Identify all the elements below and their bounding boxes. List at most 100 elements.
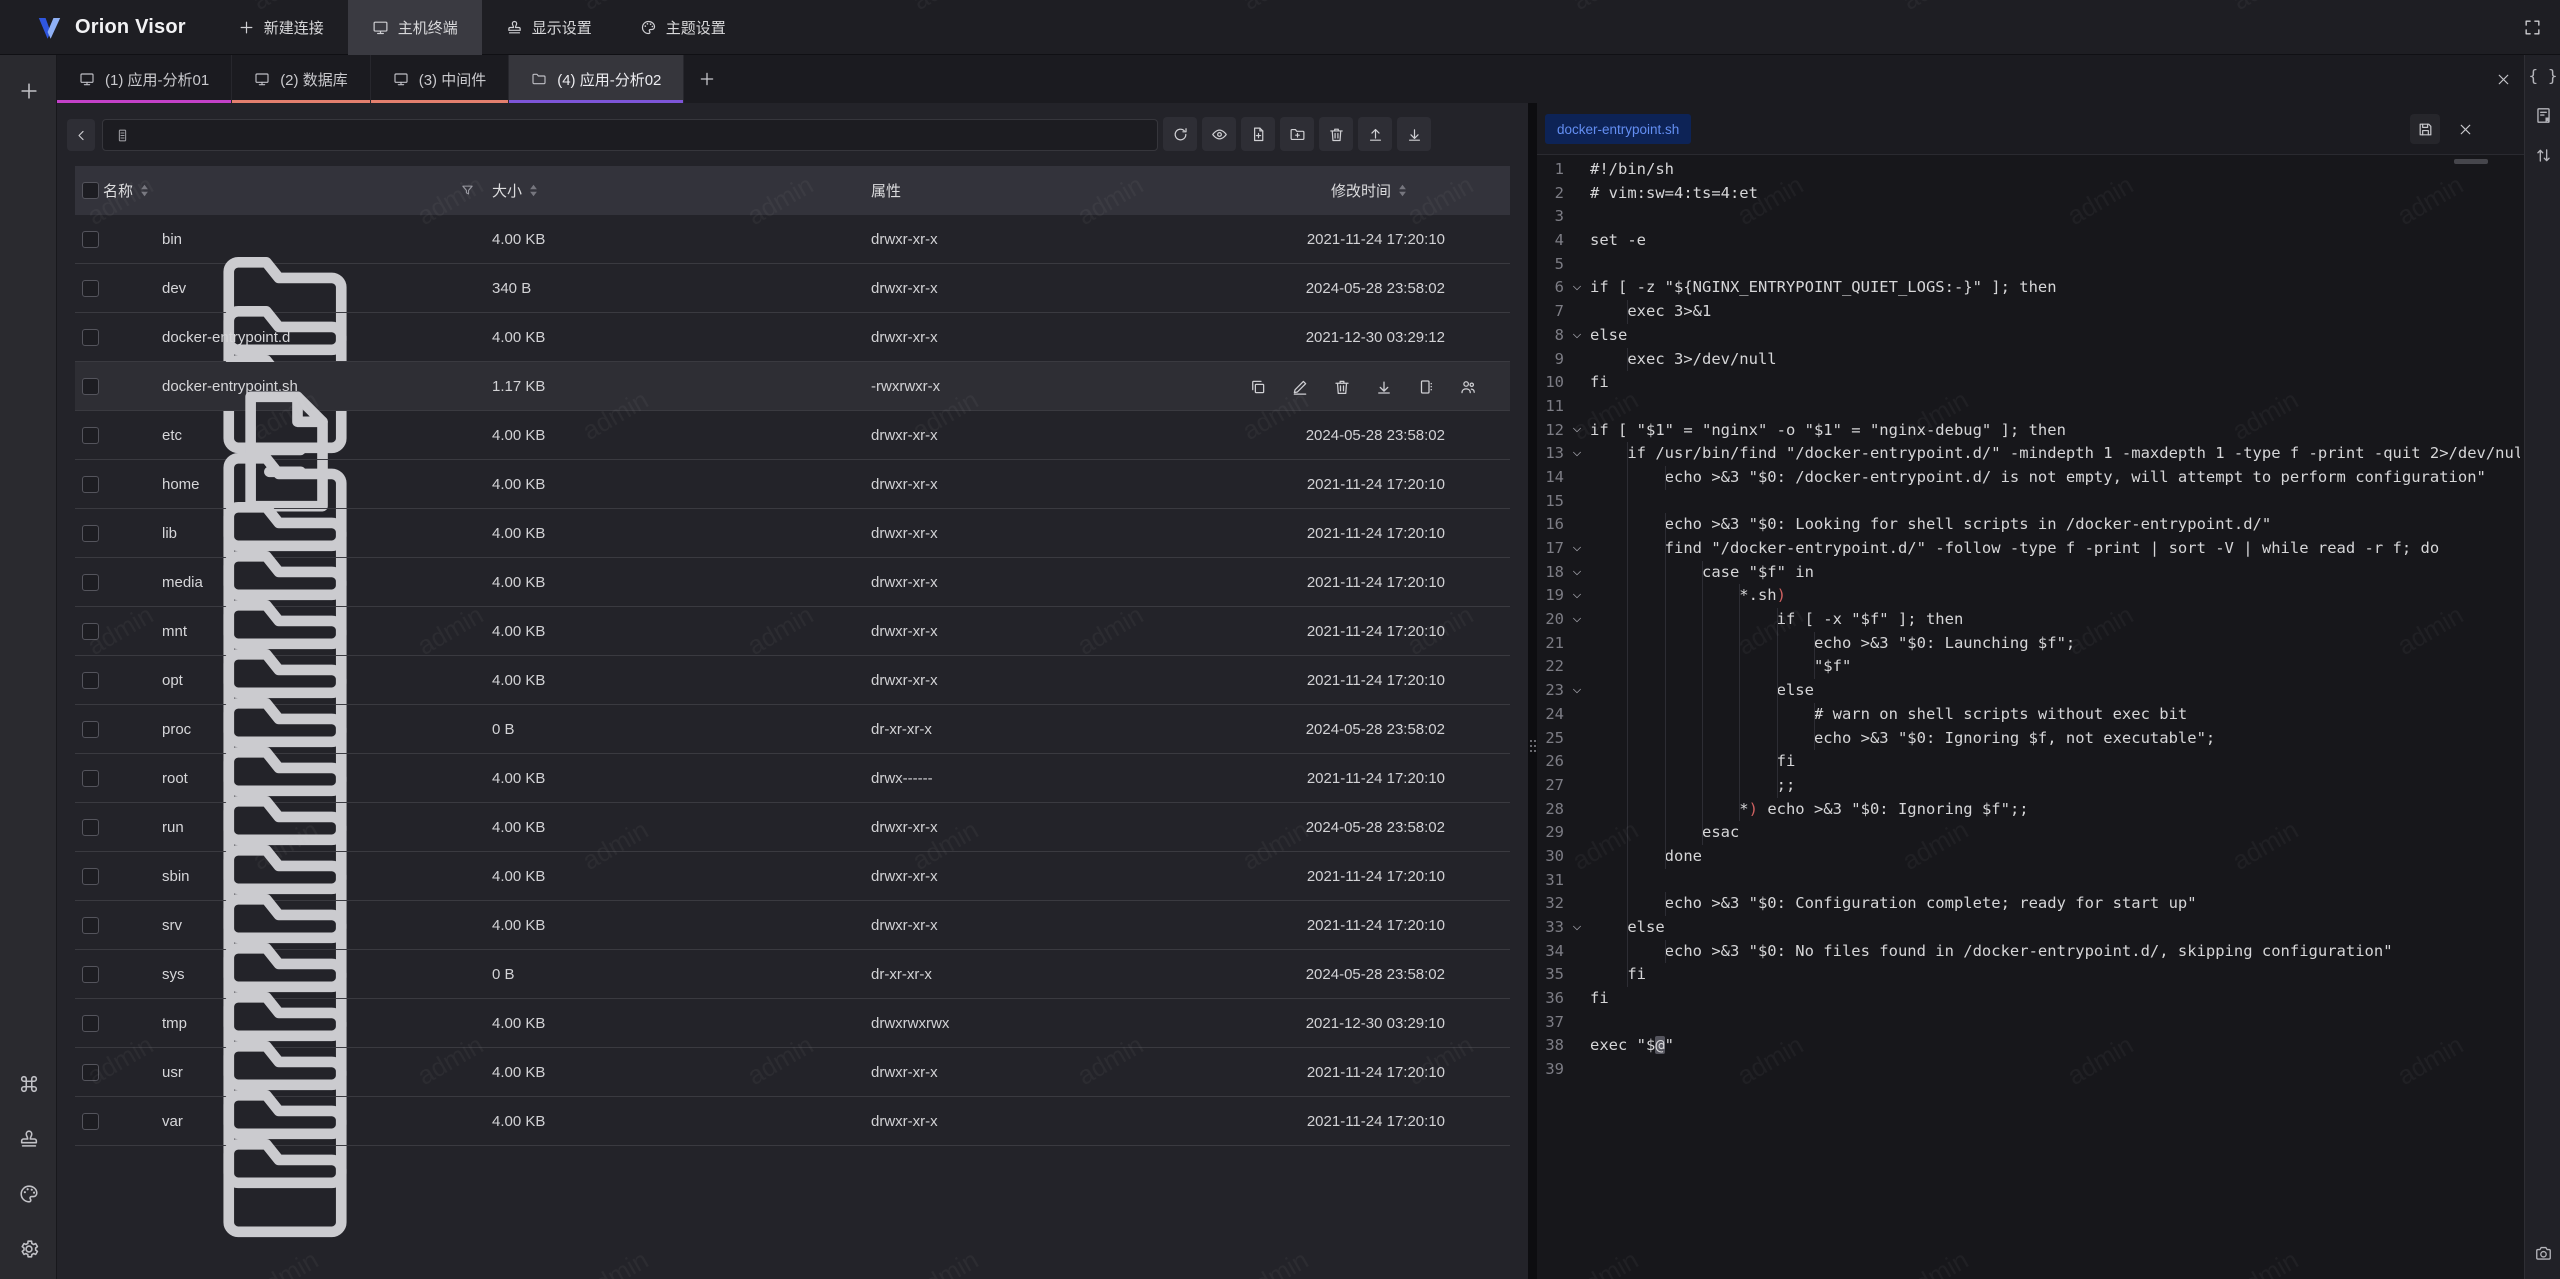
sort-icons[interactable] [529,184,538,197]
code-editor[interactable]: 1#!/bin/sh2# vim:sw=4:ts=4:et34set -e56i… [1537,155,2520,1279]
nav-item-新建连接[interactable]: 新建连接 [214,0,348,55]
file-row-mnt[interactable]: mnt4.00 KBdrwxr-xr-x2021-11-24 17:20:10 [75,607,1510,656]
download-action-icon[interactable] [1375,378,1393,396]
file-name[interactable]: usr [162,1048,183,1097]
file-row-var[interactable]: var4.00 KBdrwxr-xr-x2021-11-24 17:20:10 [75,1097,1510,1146]
doc-move-action-icon[interactable] [1417,378,1435,396]
row-checkbox[interactable] [82,868,99,885]
braces-button[interactable]: { } [2525,55,2560,95]
nav-item-主题设置[interactable]: 主题设置 [616,0,750,55]
file-name[interactable]: lib [162,509,177,558]
new-tab-sidebar-button[interactable] [0,69,57,113]
file-plus-button[interactable] [1241,117,1275,151]
file-row-media[interactable]: media4.00 KBdrwxr-xr-x2021-11-24 17:20:1… [75,558,1510,607]
row-checkbox[interactable] [82,574,99,591]
save-button[interactable] [2410,114,2440,144]
file-name[interactable]: docker-entrypoint.sh [162,362,298,411]
file-name[interactable]: bin [162,215,182,264]
fullscreen-button[interactable] [2518,13,2546,41]
editor-file-tab[interactable]: docker-entrypoint.sh [1545,114,1691,144]
row-checkbox[interactable] [82,231,99,248]
row-checkbox[interactable] [82,280,99,297]
file-name[interactable]: tmp [162,999,187,1048]
name-filter-button[interactable] [460,166,475,215]
terminal-tab-4[interactable]: (4) 应用-分析02 [509,55,684,103]
fold-chevron-icon[interactable] [1564,276,1590,300]
file-name[interactable]: sys [162,950,185,999]
file-row-root[interactable]: root4.00 KBdrwx------2021-11-24 17:20:10 [75,754,1510,803]
upload-button[interactable] [1358,117,1392,151]
row-checkbox[interactable] [82,966,99,983]
file-row-opt[interactable]: opt4.00 KBdrwxr-xr-x2021-11-24 17:20:10 [75,656,1510,705]
close-all-tabs-button[interactable] [2490,66,2516,92]
file-name[interactable]: sbin [162,852,190,901]
file-row-run[interactable]: run4.00 KBdrwxr-xr-x2024-05-28 23:58:02 [75,803,1510,852]
download-button[interactable] [1397,117,1431,151]
nav-item-显示设置[interactable]: 显示设置 [482,0,616,55]
column-header-name[interactable]: 名称 [103,166,149,215]
column-header-mtime[interactable]: 修改时间 [1331,166,1407,215]
terminal-tab-1[interactable]: (1) 应用-分析01 [57,55,232,103]
sort-icons[interactable] [140,184,149,197]
panel-resize-divider[interactable] [1528,55,1537,1279]
fold-chevron-icon[interactable] [1564,324,1590,348]
file-name[interactable]: srv [162,901,182,950]
fold-chevron-icon[interactable] [1564,561,1590,585]
fold-chevron-icon[interactable] [1564,916,1590,940]
display-settings-button[interactable] [0,1117,57,1161]
settings-button[interactable] [0,1227,57,1271]
theme-settings-button[interactable] [0,1172,57,1216]
add-tab-button[interactable] [684,55,730,103]
terminal-tab-2[interactable]: (2) 数据库 [232,55,371,103]
file-row-docker-entrypoint.d[interactable]: docker-entrypoint.d4.00 KBdrwxr-xr-x2021… [75,313,1510,362]
file-name[interactable]: media [162,558,203,607]
folder-plus-button[interactable] [1280,117,1314,151]
fold-chevron-icon[interactable] [1564,442,1590,466]
nav-item-主机终端[interactable]: 主机终端 [348,0,482,55]
file-name[interactable]: docker-entrypoint.d [162,313,290,362]
file-row-bin[interactable]: bin4.00 KBdrwxr-xr-x2021-11-24 17:20:10 [75,215,1510,264]
fold-chevron-icon[interactable] [1564,584,1590,608]
column-header-size[interactable]: 大小 [492,166,538,215]
back-button[interactable] [67,119,95,151]
file-row-srv[interactable]: srv4.00 KBdrwxr-xr-x2021-11-24 17:20:10 [75,901,1510,950]
file-row-etc[interactable]: etc4.00 KBdrwxr-xr-x2024-05-28 23:58:02 [75,411,1510,460]
pencil-action-icon[interactable] [1291,378,1309,396]
eye-button[interactable] [1202,117,1236,151]
file-row-sbin[interactable]: sbin4.00 KBdrwxr-xr-x2021-11-24 17:20:10 [75,852,1510,901]
file-name[interactable]: var [162,1097,183,1146]
row-checkbox[interactable] [82,378,99,395]
row-checkbox[interactable] [82,917,99,934]
file-row-tmp[interactable]: tmp4.00 KBdrwxrwxrwx2021-12-30 03:29:10 [75,999,1510,1048]
file-row-sys[interactable]: sys0 Bdr-xr-xr-x2024-05-28 23:58:02 [75,950,1510,999]
row-checkbox[interactable] [82,1113,99,1130]
fold-chevron-icon[interactable] [1564,679,1590,703]
row-checkbox[interactable] [82,525,99,542]
swap-button[interactable] [2525,135,2560,175]
file-bookmark-button[interactable] [2525,95,2560,135]
file-name[interactable]: home [162,460,200,509]
trash-button[interactable] [1319,117,1353,151]
file-row-dev[interactable]: dev340 Bdrwxr-xr-x2024-05-28 23:58:02 [75,264,1510,313]
row-checkbox[interactable] [82,721,99,738]
trash-action-icon[interactable] [1333,378,1351,396]
row-checkbox[interactable] [82,819,99,836]
path-input[interactable] [102,119,1158,151]
row-checkbox[interactable] [82,476,99,493]
file-name[interactable]: run [162,803,184,852]
file-row-home[interactable]: home4.00 KBdrwxr-xr-x2021-11-24 17:20:10 [75,460,1510,509]
row-checkbox[interactable] [82,427,99,444]
select-all-checkbox[interactable] [82,182,99,199]
fold-chevron-icon[interactable] [1564,419,1590,443]
file-row-proc[interactable]: proc0 Bdr-xr-xr-x2024-05-28 23:58:02 [75,705,1510,754]
row-checkbox[interactable] [82,672,99,689]
file-name[interactable]: mnt [162,607,187,656]
file-name[interactable]: root [162,754,188,803]
row-checkbox[interactable] [82,329,99,346]
file-name[interactable]: proc [162,705,191,754]
column-header-attr[interactable]: 属性 [871,166,901,215]
shortcut-keys-button[interactable] [0,1062,57,1106]
file-name[interactable]: dev [162,264,186,313]
refresh-button[interactable] [1163,117,1197,151]
row-checkbox[interactable] [82,1015,99,1032]
